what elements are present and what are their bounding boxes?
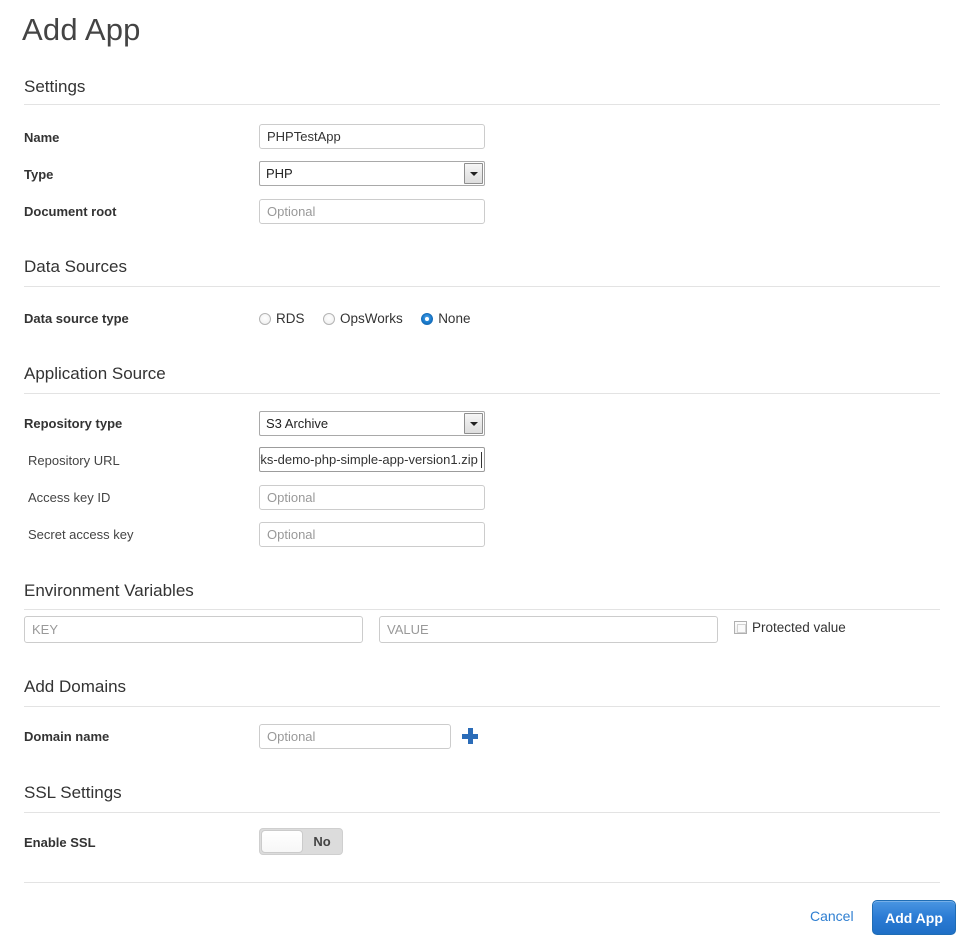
toggle-state-label: No	[313, 834, 331, 849]
radio-option-none[interactable]: None	[421, 311, 470, 326]
env-key-input[interactable]	[24, 616, 363, 643]
section-divider-application-source	[24, 393, 940, 394]
section-divider-ssl-settings	[24, 812, 940, 813]
add-app-page: Add App Settings Name Type PHP Document …	[0, 0, 964, 935]
label-name: Name	[24, 130, 60, 145]
protected-value-checkbox[interactable]: Protected value	[734, 620, 846, 635]
radio-icon	[259, 313, 271, 326]
checkbox-icon	[734, 621, 747, 634]
chevron-down-icon[interactable]	[464, 163, 483, 184]
section-heading-data-sources: Data Sources	[24, 257, 127, 276]
radio-icon-selected	[421, 313, 434, 326]
label-repository-type: Repository type	[24, 416, 123, 431]
section-divider-data-sources	[24, 286, 940, 287]
name-input[interactable]	[259, 124, 485, 149]
repository-url-value: rks-demo-php-simple-app-version1.zip	[259, 452, 478, 467]
radio-label: RDS	[276, 311, 305, 327]
section-heading-ssl-settings: SSL Settings	[24, 783, 122, 802]
add-app-button[interactable]: Add App	[872, 900, 956, 935]
radio-label: OpsWorks	[339, 311, 403, 327]
label-repository-url: Repository URL	[28, 453, 120, 468]
text-caret	[481, 452, 482, 468]
toggle-knob	[261, 830, 303, 853]
access-key-id-input[interactable]	[259, 485, 485, 510]
section-heading-settings: Settings	[24, 77, 86, 96]
type-select[interactable]: PHP	[259, 161, 485, 186]
radio-icon	[322, 313, 335, 326]
document-root-input[interactable]	[259, 199, 485, 224]
secret-access-key-input[interactable]	[259, 522, 485, 547]
env-value-input[interactable]	[379, 616, 718, 643]
repository-url-input[interactable]: rks-demo-php-simple-app-version1.zip	[259, 447, 485, 472]
section-divider-environment-variables	[24, 609, 940, 610]
enable-ssl-toggle[interactable]: No	[259, 828, 343, 855]
cancel-link[interactable]: Cancel	[810, 908, 854, 924]
page-title: Add App	[22, 12, 141, 47]
plus-icon[interactable]	[462, 728, 478, 744]
repository-type-select-value: S3 Archive	[266, 416, 329, 431]
label-domain-name: Domain name	[24, 729, 110, 744]
chevron-down-icon[interactable]	[464, 413, 483, 434]
section-divider-add-domains	[24, 706, 940, 707]
radio-option-opsworks[interactable]: OpsWorks	[322, 311, 403, 327]
label-enable-ssl: Enable SSL	[24, 835, 96, 850]
radio-label: None	[438, 311, 471, 327]
section-heading-add-domains: Add Domains	[24, 677, 127, 696]
label-type: Type	[24, 167, 54, 182]
label-access-key-id: Access key ID	[28, 490, 111, 505]
label-secret-access-key: Secret access key	[28, 527, 134, 542]
section-heading-environment-variables: Environment Variables	[24, 581, 194, 600]
radio-option-rds[interactable]: RDS	[259, 311, 305, 326]
footer-divider	[24, 882, 940, 883]
label-data-source-type: Data source type	[24, 311, 129, 326]
label-document-root: Document root	[24, 204, 117, 219]
domain-name-input[interactable]	[259, 724, 451, 749]
section-divider-settings	[24, 104, 940, 105]
protected-value-label: Protected value	[752, 620, 846, 635]
section-heading-application-source: Application Source	[24, 364, 166, 383]
type-select-value: PHP	[266, 166, 293, 181]
data-source-type-radio-group: RDS OpsWorks None	[259, 310, 470, 328]
repository-type-select[interactable]: S3 Archive	[259, 411, 485, 436]
